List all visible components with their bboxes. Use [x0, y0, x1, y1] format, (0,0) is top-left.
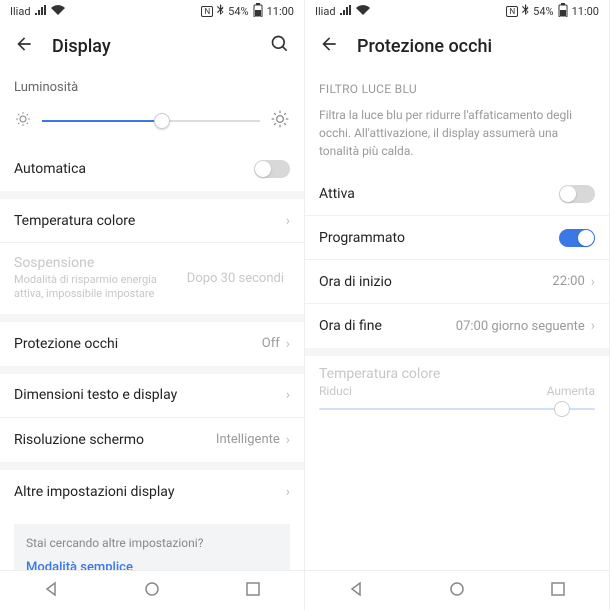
start-time-value: 22:00	[552, 274, 584, 289]
battery-icon	[253, 3, 263, 20]
nav-bar	[305, 570, 609, 610]
battery-percent: 54%	[228, 5, 248, 18]
text-size-row[interactable]: Dimensioni testo e display ›	[0, 374, 304, 418]
battery-icon	[558, 3, 568, 20]
brightness-low-icon	[14, 110, 32, 132]
resolution-row[interactable]: Risoluzione schermo Intelligente ›	[0, 418, 304, 462]
auto-brightness-row[interactable]: Automatica	[0, 147, 304, 191]
temp-thumb[interactable]	[554, 401, 570, 417]
enable-row[interactable]: Attiva	[305, 172, 609, 216]
header: Protezione occhi	[305, 22, 609, 70]
time-label: 11:00	[572, 5, 599, 18]
signal-icon	[340, 5, 352, 18]
eye-protection-row[interactable]: Protezione occhi Off ›	[0, 322, 304, 366]
section-description: Filtra la luce blu per ridurre l'affatic…	[305, 100, 609, 172]
status-bar: Iliad N 54% 11:00	[305, 0, 609, 22]
reduce-label: Riduci	[319, 384, 352, 398]
resolution-label: Risoluzione schermo	[14, 432, 216, 448]
battery-percent: 54%	[533, 5, 553, 18]
bt-icon	[522, 4, 529, 18]
back-icon[interactable]	[14, 34, 34, 58]
page-title: Protezione occhi	[357, 36, 595, 57]
nav-recent-icon[interactable]	[245, 581, 261, 601]
signal-icon	[35, 5, 47, 18]
wifi-icon	[356, 5, 370, 18]
info-box: Stai cercando altre impostazioni? Modali…	[14, 524, 290, 570]
increase-label: Aumenta	[547, 384, 595, 398]
phone-eye-protection: Iliad N 54% 11:00 Protezione occhi FILTR…	[305, 0, 610, 610]
nav-bar	[0, 570, 304, 610]
status-bar: Iliad N 54% 11:00	[0, 0, 304, 22]
section-header: FILTRO LUCE BLU	[305, 70, 609, 100]
simple-mode-link[interactable]: Modalità semplice	[26, 560, 278, 570]
nav-recent-icon[interactable]	[550, 581, 566, 601]
nfc-icon: N	[201, 6, 213, 17]
nav-back-icon[interactable]	[43, 581, 59, 601]
text-size-label: Dimensioni testo e display	[14, 387, 286, 403]
scheduled-label: Programmato	[319, 230, 559, 246]
scheduled-row[interactable]: Programmato	[305, 216, 609, 260]
start-time-row[interactable]: Ora di inizio 22:00 ›	[305, 260, 609, 304]
nav-home-icon[interactable]	[449, 581, 465, 601]
bt-icon	[217, 4, 224, 18]
search-icon[interactable]	[270, 34, 290, 58]
more-display-row[interactable]: Altre impostazioni display ›	[0, 470, 304, 514]
more-display-label: Altre impostazioni display	[14, 484, 286, 500]
temp-label: Temperatura colore	[305, 356, 609, 382]
sleep-label: Sospensione	[14, 255, 187, 271]
nav-home-icon[interactable]	[144, 581, 160, 601]
color-temp-label: Temperatura colore	[14, 213, 286, 229]
nav-back-icon[interactable]	[348, 581, 364, 601]
nfc-icon: N	[506, 6, 518, 17]
enable-toggle[interactable]	[559, 185, 595, 203]
brightness-slider-row	[0, 101, 304, 147]
carrier-label: Iliad	[10, 5, 31, 18]
time-label: 11:00	[267, 5, 294, 18]
chevron-right-icon: ›	[286, 387, 290, 403]
chevron-right-icon: ›	[286, 213, 290, 229]
brightness-label: Luminosità	[0, 70, 304, 101]
end-time-value: 07:00 giorno seguente	[456, 319, 585, 334]
scheduled-toggle[interactable]	[559, 229, 595, 247]
color-temp-row[interactable]: Temperatura colore ›	[0, 199, 304, 243]
sleep-value: Dopo 30 secondi	[187, 271, 284, 286]
end-time-row[interactable]: Ora di fine 07:00 giorno seguente ›	[305, 304, 609, 348]
enable-label: Attiva	[319, 186, 559, 202]
chevron-right-icon: ›	[591, 274, 595, 290]
auto-brightness-toggle[interactable]	[254, 160, 290, 178]
temp-slider[interactable]	[319, 408, 595, 410]
brightness-high-icon	[270, 109, 290, 133]
sleep-sub: Modalità di risparmio energia attiva, im…	[14, 273, 187, 302]
back-icon[interactable]	[319, 34, 339, 58]
carrier-label: Iliad	[315, 5, 336, 18]
chevron-right-icon: ›	[286, 336, 290, 352]
auto-brightness-label: Automatica	[14, 161, 254, 177]
brightness-slider[interactable]	[42, 120, 260, 122]
wifi-icon	[51, 5, 65, 18]
info-question: Stai cercando altre impostazioni?	[26, 536, 278, 550]
start-time-label: Ora di inizio	[319, 274, 552, 290]
eye-protection-value: Off	[262, 336, 280, 351]
brightness-thumb[interactable]	[154, 113, 170, 129]
page-title: Display	[52, 36, 252, 57]
chevron-right-icon: ›	[286, 484, 290, 500]
header: Display	[0, 22, 304, 70]
resolution-value: Intelligente	[216, 432, 280, 447]
chevron-right-icon: ›	[591, 318, 595, 334]
eye-protection-label: Protezione occhi	[14, 336, 262, 352]
end-time-label: Ora di fine	[319, 318, 456, 334]
phone-display-settings: Iliad N 54% 11:00 Display Luminosità Au	[0, 0, 305, 610]
sleep-row: Sospensione Modalità di risparmio energi…	[0, 243, 304, 314]
chevron-right-icon: ›	[286, 432, 290, 448]
